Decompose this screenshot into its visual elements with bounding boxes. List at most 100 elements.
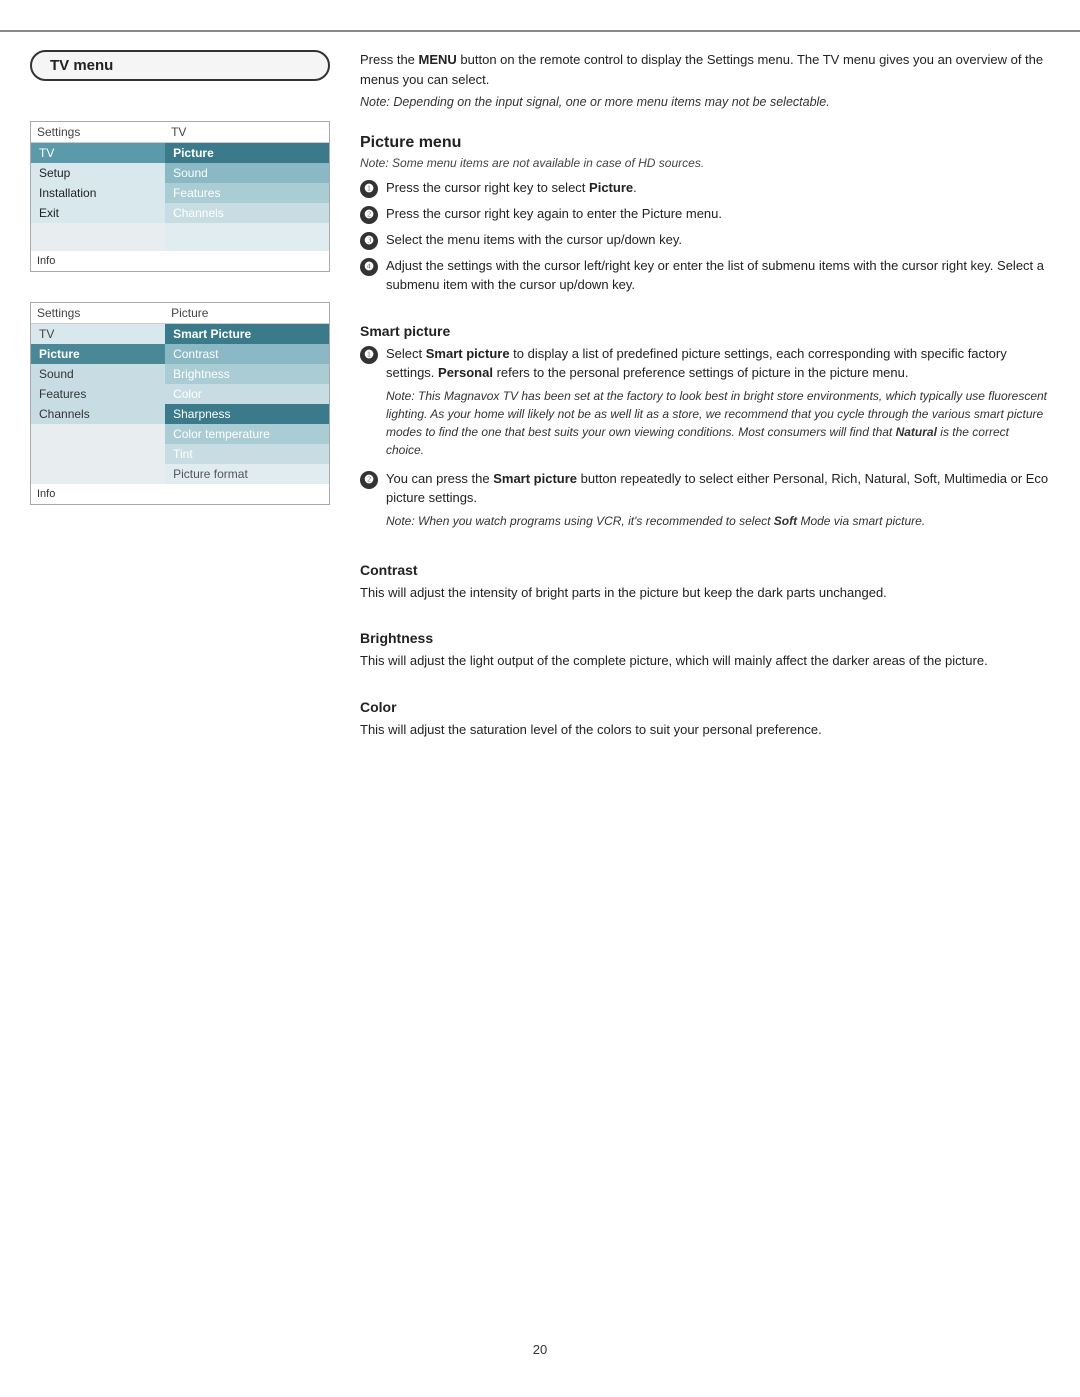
table2-row1-right: Smart Picture [165, 324, 329, 345]
table1-row1-right: Picture [165, 143, 329, 164]
picture-menu-note: Note: Some menu items are not available … [360, 156, 1050, 170]
table2-row2-left: Picture [31, 344, 165, 364]
menu-table-1: Settings TV TV Picture Setup Sound Insta… [31, 122, 329, 271]
smart-step1-main: Select Smart picture to display a list o… [386, 344, 1050, 383]
step-num-3: ❸ [360, 232, 378, 250]
table2-row6-right: Color temperature [165, 424, 329, 444]
right-column: Press the MENU button on the remote cont… [360, 50, 1050, 745]
table2-row6-left [31, 424, 165, 444]
brightness-text: This will adjust the light output of the… [360, 651, 1050, 671]
table2-row8-right: Picture format [165, 464, 329, 484]
picture-menu-section: Picture menu Note: Some menu items are n… [360, 124, 1050, 301]
table2-row7-right: Tint [165, 444, 329, 464]
smart-picture-section: Smart picture ❶ Select Smart picture to … [360, 313, 1050, 540]
table2-row8-left [31, 464, 165, 484]
table1-wrapper: Settings TV TV Picture Setup Sound Insta… [30, 121, 330, 272]
picture-step-3: ❸ Select the menu items with the cursor … [360, 230, 1050, 250]
smart-picture-title: Smart picture [360, 323, 1050, 339]
color-text: This will adjust the saturation level of… [360, 720, 1050, 740]
table-row: TV Smart Picture [31, 324, 329, 345]
table2-header: Settings Picture [31, 303, 329, 324]
table1-row3-left: Installation [31, 183, 165, 203]
tv-menu-badge: TV menu [30, 50, 330, 81]
color-section: Color This will adjust the saturation le… [360, 689, 1050, 746]
picture-menu-title: Picture menu [360, 134, 1050, 152]
smart-step-2: ❷ You can press the Smart picture button… [360, 469, 1050, 534]
smart-step-num-2: ❷ [360, 471, 378, 489]
contrast-text: This will adjust the intensity of bright… [360, 583, 1050, 603]
picture-step-4: ❹ Adjust the settings with the cursor le… [360, 256, 1050, 295]
menu-table-2: Settings Picture TV Smart Picture Pictur… [31, 303, 329, 504]
table2-row2-right: Contrast [165, 344, 329, 364]
picture-step-1: ❶ Press the cursor right key to select P… [360, 178, 1050, 198]
step1-text: Press the cursor right key to select Pic… [386, 178, 1050, 198]
table1-header: Settings TV [31, 122, 329, 143]
brightness-title: Brightness [360, 630, 1050, 646]
smart-step1-note1: Note: This Magnavox TV has been set at t… [386, 387, 1050, 459]
smart-picture-steps: ❶ Select Smart picture to display a list… [360, 344, 1050, 534]
table2-info-row: Info [31, 484, 329, 504]
content-area: TV menu Settings TV TV Picture Setup Sou… [0, 50, 1080, 745]
step-num-2: ❷ [360, 206, 378, 224]
smart-step1-content: Select Smart picture to display a list o… [386, 344, 1050, 463]
step-num-1: ❶ [360, 180, 378, 198]
table1-col2-header: TV [165, 122, 329, 143]
table1-col1-header: Settings [31, 122, 165, 143]
table-row: Channels Sharpness [31, 404, 329, 424]
table1-info-row: Info [31, 251, 329, 271]
smart-step-num-1: ❶ [360, 346, 378, 364]
table2-row4-right: Color [165, 384, 329, 404]
table-row: Tint [31, 444, 329, 464]
table2-row4-left: Features [31, 384, 165, 404]
table-row: Setup Sound [31, 163, 329, 183]
table-row: Picture Contrast [31, 344, 329, 364]
table1-info-label: Info [31, 251, 329, 271]
table1-row4-left: Exit [31, 203, 165, 223]
step4-text: Adjust the settings with the cursor left… [386, 256, 1050, 295]
table-row [31, 241, 329, 251]
smart-step2-content: You can press the Smart picture button r… [386, 469, 1050, 534]
picture-menu-steps: ❶ Press the cursor right key to select P… [360, 178, 1050, 295]
table-row: TV Picture [31, 143, 329, 164]
table1-row2-left: Setup [31, 163, 165, 183]
table2-info-label: Info [31, 484, 329, 504]
table1-row8-right [165, 241, 329, 251]
step3-text: Select the menu items with the cursor up… [386, 230, 1050, 250]
picture-step-2: ❷ Press the cursor right key again to en… [360, 204, 1050, 224]
table1-row3-right: Features [165, 183, 329, 203]
table1-row1-left: TV [31, 143, 165, 164]
page-number: 20 [0, 1312, 1080, 1357]
table2-wrapper: Settings Picture TV Smart Picture Pictur… [30, 302, 330, 505]
table2-row5-right: Sharpness [165, 404, 329, 424]
table-row: Installation Features [31, 183, 329, 203]
step-num-4: ❹ [360, 258, 378, 276]
table-row: Picture format [31, 464, 329, 484]
table1-row4-right: Channels [165, 203, 329, 223]
table2-col1-header: Settings [31, 303, 165, 324]
brightness-section: Brightness This will adjust the light ou… [360, 620, 1050, 677]
table2-row3-left: Sound [31, 364, 165, 384]
table2-row5-left: Channels [31, 404, 165, 424]
table2-row1-left: TV [31, 324, 165, 345]
step2-text: Press the cursor right key again to ente… [386, 204, 1050, 224]
intro-text-block: Press the MENU button on the remote cont… [360, 50, 1050, 112]
page: TV menu Settings TV TV Picture Setup Sou… [0, 0, 1080, 1397]
smart-step2-note: Note: When you watch programs using VCR,… [386, 512, 1050, 530]
contrast-section: Contrast This will adjust the intensity … [360, 552, 1050, 609]
table-row: Features Color [31, 384, 329, 404]
smart-step-1: ❶ Select Smart picture to display a list… [360, 344, 1050, 463]
table1-row2-right: Sound [165, 163, 329, 183]
left-column: TV menu Settings TV TV Picture Setup Sou… [30, 50, 330, 745]
table2-row3-right: Brightness [165, 364, 329, 384]
smart-step2-main: You can press the Smart picture button r… [386, 469, 1050, 508]
intro-note: Note: Depending on the input signal, one… [360, 93, 1050, 112]
table1-row8-left [31, 241, 165, 251]
intro-main-text: Press the MENU button on the remote cont… [360, 50, 1050, 89]
table-row: Exit Channels [31, 203, 329, 223]
table2-row7-left [31, 444, 165, 464]
table-row: Sound Brightness [31, 364, 329, 384]
top-border [0, 30, 1080, 32]
color-title: Color [360, 699, 1050, 715]
table-row: Color temperature [31, 424, 329, 444]
table2-col2-header: Picture [165, 303, 329, 324]
